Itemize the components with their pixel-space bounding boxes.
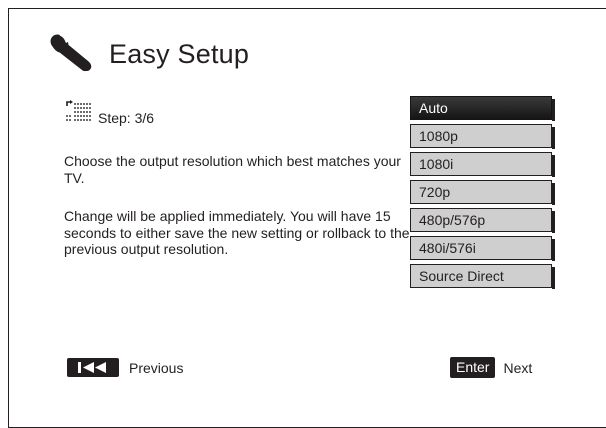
previous-key[interactable] bbox=[67, 358, 119, 377]
wrench-icon bbox=[50, 34, 92, 72]
enter-key[interactable]: Enter bbox=[450, 357, 496, 378]
option-source-direct[interactable]: Source Direct bbox=[410, 264, 555, 289]
next-button[interactable]: Enter Next bbox=[450, 357, 532, 378]
option-480p-576p[interactable]: 480p/576p bbox=[410, 208, 555, 233]
previous-label: Previous bbox=[129, 359, 184, 376]
next-label: Next bbox=[503, 359, 533, 376]
option-720p[interactable]: 720p bbox=[410, 180, 555, 205]
resolution-options: Auto 1080p 1080i 720p 480p/576p 480i/576… bbox=[410, 96, 555, 292]
option-auto[interactable]: Auto bbox=[410, 96, 555, 121]
page-title: Easy Setup bbox=[109, 38, 250, 69]
page-header: Easy Setup bbox=[49, 34, 249, 74]
notice-text: Change will be applied immediately. You … bbox=[64, 208, 410, 257]
skip-back-icon bbox=[78, 362, 106, 373]
previous-button[interactable]: Previous bbox=[67, 358, 183, 377]
option-1080p[interactable]: 1080p bbox=[410, 124, 555, 149]
grid-step-icon bbox=[66, 100, 91, 121]
step-label: Step: 3/6 bbox=[98, 110, 155, 126]
option-1080i[interactable]: 1080i bbox=[410, 152, 555, 177]
instruction-text: Choose the output resolution which best … bbox=[64, 153, 401, 186]
option-480i-576i[interactable]: 480i/576i bbox=[410, 236, 555, 261]
step-indicator: Step: 3/6 bbox=[64, 100, 155, 126]
